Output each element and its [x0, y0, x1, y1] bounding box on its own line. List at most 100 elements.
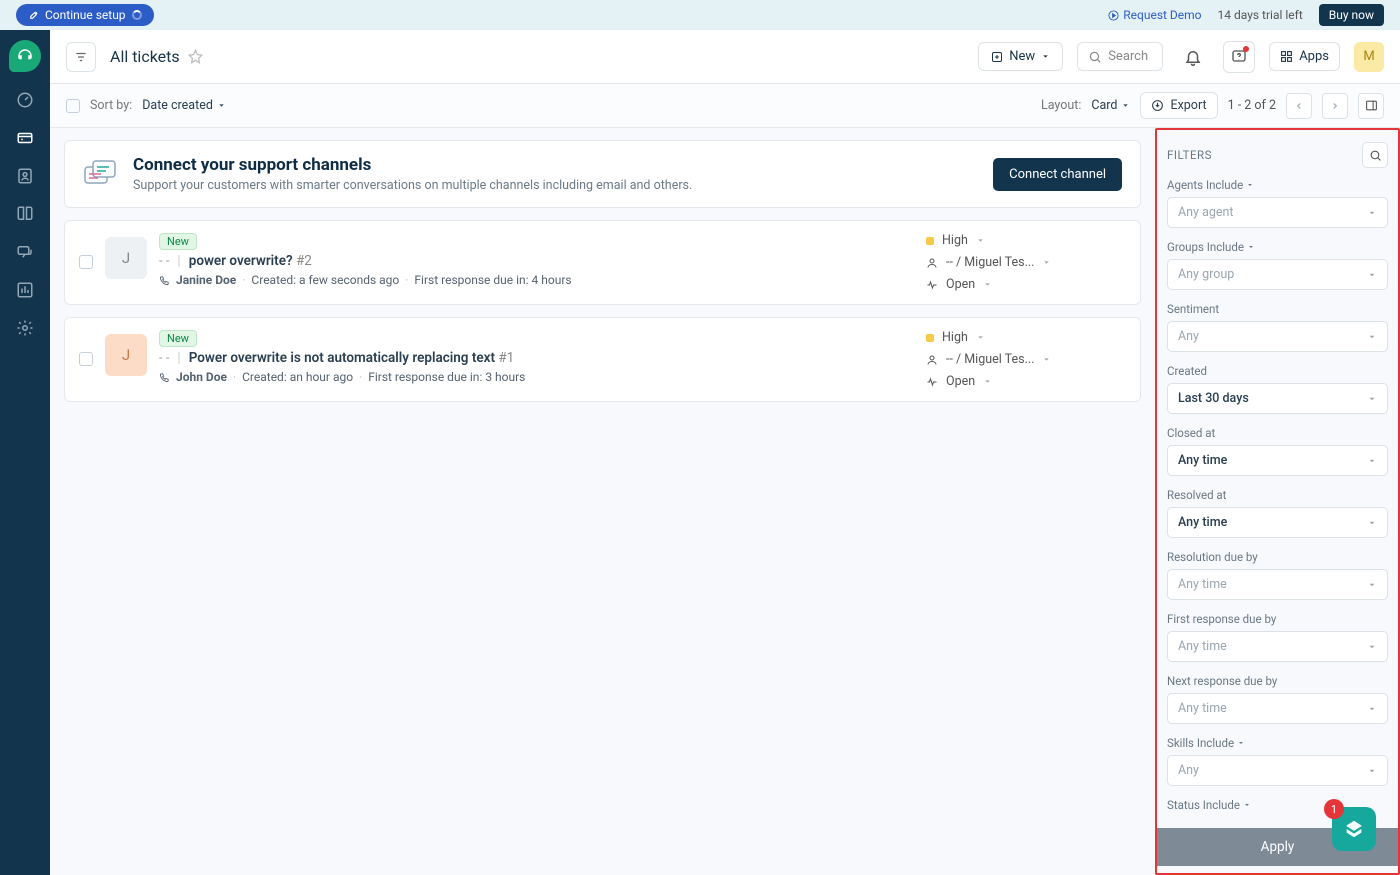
chevron-down-icon — [1042, 258, 1051, 267]
filter-select[interactable]: Any — [1167, 321, 1388, 352]
ticket-timestamp: - - — [159, 254, 169, 269]
select-all-checkbox[interactable] — [66, 99, 80, 113]
search-input[interactable]: Search — [1077, 42, 1163, 71]
buy-now-button[interactable]: Buy now — [1319, 4, 1384, 26]
main-area: All tickets New Search Apps M — [50, 30, 1400, 875]
phone-icon — [159, 372, 170, 383]
favorite-star-icon[interactable] — [188, 49, 203, 64]
new-button[interactable]: New — [978, 42, 1063, 71]
user-icon — [926, 257, 938, 269]
chevron-down-icon — [983, 280, 992, 289]
user-avatar[interactable]: M — [1354, 42, 1384, 72]
chevron-down-icon — [1367, 704, 1377, 714]
priority-dropdown[interactable]: High — [926, 233, 1126, 248]
status-badge: New — [159, 233, 197, 250]
filter-select[interactable]: Any time — [1167, 569, 1388, 600]
filter-select[interactable]: Any time — [1167, 445, 1388, 476]
layout-label: Layout: — [1041, 98, 1081, 113]
request-demo-link[interactable]: Request Demo — [1108, 8, 1201, 22]
layout-dropdown[interactable]: Card — [1091, 98, 1130, 113]
play-icon — [1108, 10, 1119, 21]
gauge-icon — [16, 91, 34, 109]
filter-select[interactable]: Any time — [1167, 693, 1388, 724]
connect-subtitle: Support your customers with smarter conv… — [133, 178, 692, 193]
agent-dropdown[interactable]: -- / Miguel Tes... — [926, 352, 1126, 367]
filter-label[interactable]: Groups Include — [1167, 240, 1388, 254]
filter-search-button[interactable] — [1362, 142, 1388, 168]
pulse-icon — [926, 376, 938, 388]
filter-label: Next response due by — [1167, 674, 1388, 688]
chevron-down-icon — [976, 333, 985, 342]
chevron-down-icon — [217, 101, 226, 110]
user-icon — [926, 354, 938, 366]
filter-select[interactable]: Any agent — [1167, 197, 1388, 228]
contacts-nav-icon[interactable] — [15, 166, 35, 186]
filter-select[interactable]: Any group — [1167, 259, 1388, 290]
filter-label: Closed at — [1167, 426, 1388, 440]
chevron-down-icon — [1246, 181, 1254, 189]
sort-dropdown[interactable]: Date created — [142, 98, 226, 113]
ticket-response-due: First response due in: 3 hours — [368, 370, 525, 384]
filter-group: Created Last 30 days — [1167, 364, 1388, 414]
notifications-button[interactable] — [1177, 41, 1209, 73]
filter-label: Resolution due by — [1167, 550, 1388, 564]
connect-channel-button[interactable]: Connect channel — [993, 158, 1122, 191]
ticket-avatar: J — [105, 237, 147, 279]
status-dropdown[interactable]: Open — [926, 374, 1126, 389]
gear-icon — [16, 319, 34, 337]
status-dropdown[interactable]: Open — [926, 277, 1126, 292]
toggle-filter-panel-button[interactable] — [1358, 93, 1384, 119]
filters-title: FILTERS — [1167, 148, 1212, 162]
dashboard-nav-icon[interactable] — [15, 90, 35, 110]
ticket-created: Created: an hour ago — [242, 370, 353, 384]
prev-page-button[interactable] — [1286, 93, 1312, 119]
filter-label: Resolved at — [1167, 488, 1388, 502]
chevron-down-icon — [1367, 394, 1377, 404]
chevron-down-icon — [1367, 456, 1377, 466]
wrench-icon — [28, 10, 39, 21]
ticket-avatar: J — [105, 334, 147, 376]
app-logo[interactable] — [9, 40, 41, 72]
filter-label: Created — [1167, 364, 1388, 378]
filter-group: Sentiment Any — [1167, 302, 1388, 352]
ticket-subject-link[interactable]: Power overwrite is not automatically rep… — [189, 350, 515, 366]
filter-select[interactable]: Last 30 days — [1167, 383, 1388, 414]
solutions-nav-icon[interactable] — [15, 204, 35, 224]
ticket-checkbox[interactable] — [79, 255, 93, 269]
filter-select[interactable]: Any time — [1167, 507, 1388, 538]
ticket-checkbox[interactable] — [79, 352, 93, 366]
admin-nav-icon[interactable] — [15, 318, 35, 338]
chat-icon — [16, 243, 34, 261]
list-toolbar: Sort by: Date created Layout: Card Expor… — [50, 84, 1400, 128]
analytics-nav-icon[interactable] — [15, 280, 35, 300]
freddy-fab-button[interactable]: 1 — [1332, 807, 1376, 851]
export-button[interactable]: Export — [1140, 92, 1217, 119]
agent-dropdown[interactable]: -- / Miguel Tes... — [926, 255, 1126, 270]
tickets-nav-icon[interactable] — [15, 128, 35, 148]
sort-label: Sort by: — [90, 98, 132, 113]
priority-indicator-icon — [926, 334, 934, 342]
chart-icon — [16, 281, 34, 299]
chevron-down-icon — [1041, 52, 1050, 61]
filter-group: Next response due by Any time — [1167, 674, 1388, 724]
filter-select[interactable]: Any — [1167, 755, 1388, 786]
filter-group: Groups Include Any group — [1167, 240, 1388, 290]
ticket-card[interactable]: J New - - | Power overwrite is not autom… — [64, 317, 1141, 402]
social-nav-icon[interactable] — [15, 242, 35, 262]
status-badge: New — [159, 330, 197, 347]
ticket-card[interactable]: J New - - | power overwrite? #2 Janine D… — [64, 220, 1141, 305]
next-page-button[interactable] — [1322, 93, 1348, 119]
help-button[interactable] — [1223, 41, 1255, 73]
filter-label: First response due by — [1167, 612, 1388, 626]
filter-label[interactable]: Skills Include — [1167, 736, 1388, 750]
ticket-subject-link[interactable]: power overwrite? #2 — [189, 253, 312, 269]
filter-label[interactable]: Agents Include — [1167, 178, 1388, 192]
ticket-contact: John Doe — [176, 370, 227, 384]
bot-icon — [1343, 818, 1365, 840]
filter-select[interactable]: Any time — [1167, 631, 1388, 662]
priority-indicator-icon — [926, 237, 934, 245]
priority-dropdown[interactable]: High — [926, 330, 1126, 345]
views-toggle-button[interactable] — [66, 42, 96, 72]
apps-button[interactable]: Apps — [1269, 42, 1340, 71]
continue-setup-button[interactable]: Continue setup — [16, 4, 154, 26]
